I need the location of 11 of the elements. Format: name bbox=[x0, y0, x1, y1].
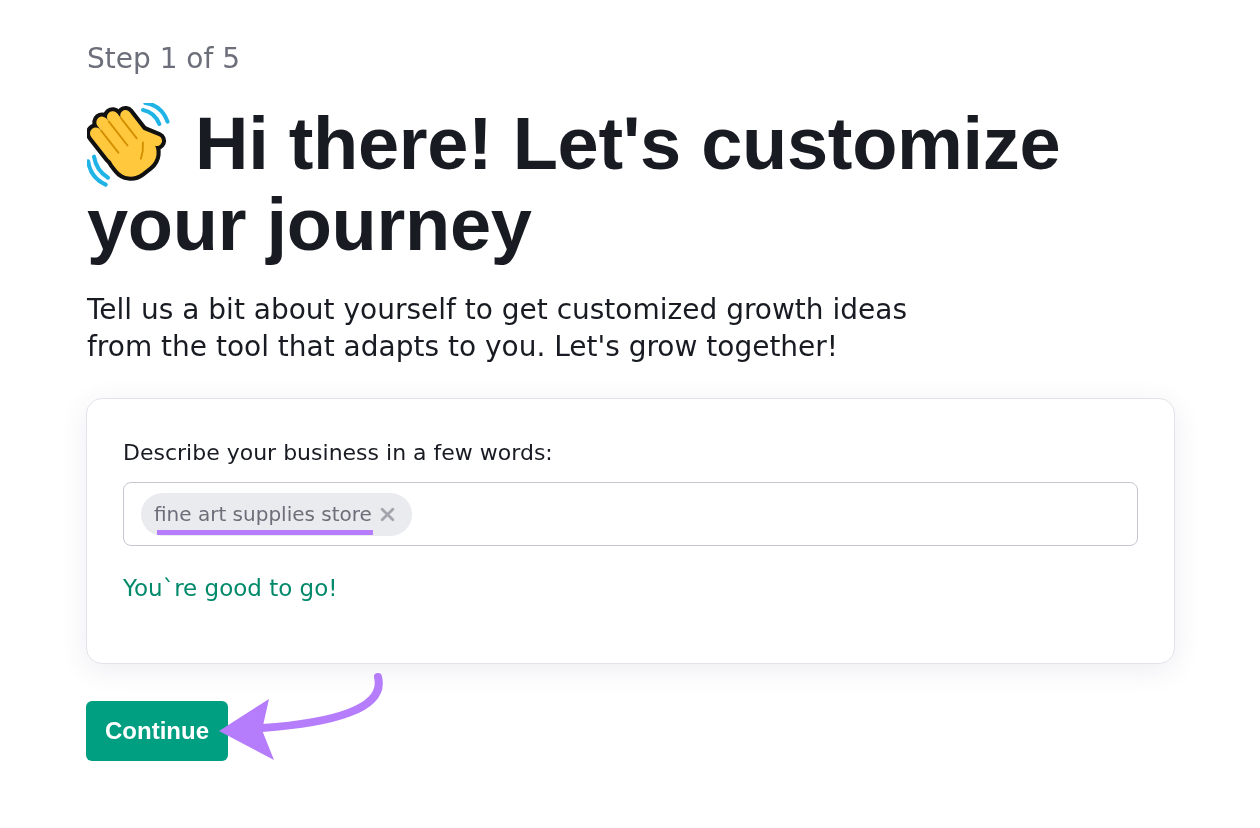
close-icon[interactable] bbox=[379, 506, 395, 522]
waving-hand-icon bbox=[87, 102, 171, 187]
tag-input-field[interactable]: fine art supplies store bbox=[123, 482, 1138, 546]
page-heading: your journey bbox=[87, 184, 532, 265]
field-label: Describe your business in a few words: bbox=[123, 439, 554, 467]
continue-button[interactable]: Continue bbox=[86, 701, 228, 761]
step-indicator: Step 1 of 5 bbox=[87, 41, 242, 77]
tag-text: fine art supplies store bbox=[154, 502, 372, 526]
validation-message: You`re good to go! bbox=[123, 574, 339, 602]
intro-text: Tell us a bit about yourself to get customized growth ideas from the tool that adapts to you. Let's grow together! bbox=[87, 292, 908, 365]
page-heading: Hi there! Let's customize bbox=[195, 103, 1061, 184]
